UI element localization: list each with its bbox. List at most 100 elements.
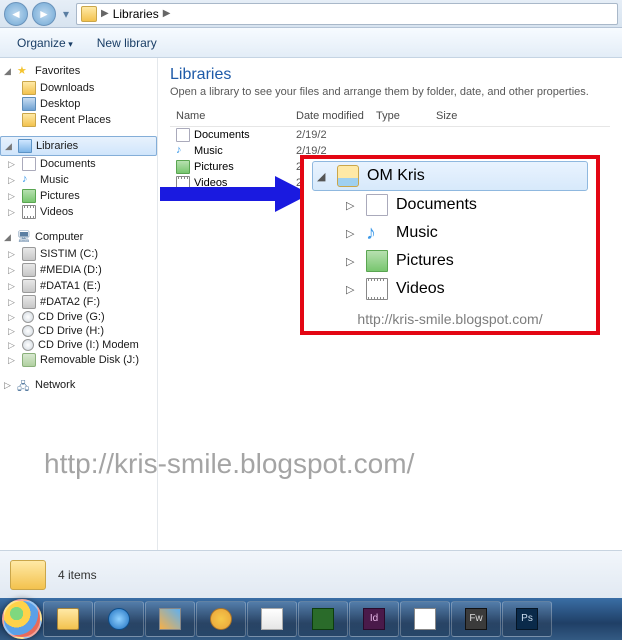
callout-root[interactable]: ◢ OM Kris bbox=[312, 161, 588, 191]
expand-icon: ▷ bbox=[4, 380, 13, 391]
chrome-icon bbox=[210, 608, 232, 630]
forward-button[interactable]: ► bbox=[32, 2, 56, 26]
music-icon: ♪ bbox=[176, 144, 190, 158]
libraries-icon bbox=[18, 139, 32, 153]
collapse-icon: ◢ bbox=[5, 141, 14, 152]
nav-drive-f[interactable]: ▷#DATA2 (F:) bbox=[0, 294, 157, 310]
expand-icon: ▷ bbox=[346, 283, 358, 296]
documents-icon bbox=[366, 194, 388, 216]
callout-url: http://kris-smile.blogspot.com/ bbox=[304, 311, 596, 327]
documents-icon bbox=[176, 128, 190, 142]
libraries-icon bbox=[81, 6, 97, 22]
task-id[interactable]: Id bbox=[349, 601, 399, 637]
organize-button[interactable]: Organize bbox=[8, 32, 82, 54]
expand-icon: ▷ bbox=[8, 265, 17, 276]
watermark: http://kris-smile.blogspot.com/ bbox=[44, 448, 612, 480]
collapse-icon: ◢ bbox=[4, 66, 13, 77]
nav-drive-d[interactable]: ▷#MEDIA (D:) bbox=[0, 262, 157, 278]
col-name[interactable]: Name bbox=[170, 108, 290, 124]
callout-item[interactable]: ▷Videos bbox=[342, 275, 588, 303]
nav-downloads[interactable]: Downloads bbox=[0, 80, 157, 96]
expand-icon: ▷ bbox=[8, 207, 17, 218]
task-ie[interactable] bbox=[94, 601, 144, 637]
expand-icon: ▷ bbox=[8, 355, 17, 366]
group-label: Network bbox=[35, 379, 75, 391]
photoshop-icon: Ps bbox=[516, 608, 538, 630]
desktop-icon bbox=[22, 97, 36, 111]
task-dw[interactable] bbox=[298, 601, 348, 637]
nav-recent[interactable]: Recent Places bbox=[0, 112, 157, 128]
cd-icon bbox=[22, 311, 34, 323]
nav-drive-h[interactable]: ▷CD Drive (H:) bbox=[0, 324, 157, 338]
nav-music[interactable]: ▷♪Music bbox=[0, 172, 157, 188]
task-wmp[interactable] bbox=[145, 601, 195, 637]
nav-drive-e[interactable]: ▷#DATA1 (E:) bbox=[0, 278, 157, 294]
ie-icon bbox=[108, 608, 130, 630]
page-title: Libraries bbox=[170, 66, 610, 84]
libraries-group[interactable]: ◢ Libraries bbox=[0, 136, 157, 156]
task-chrome[interactable] bbox=[196, 601, 246, 637]
col-size[interactable]: Size bbox=[430, 108, 480, 124]
list-item[interactable]: Documents 2/19/2 bbox=[170, 127, 610, 143]
task-notepad[interactable] bbox=[400, 601, 450, 637]
nav-videos[interactable]: ▷Videos bbox=[0, 204, 157, 220]
folder-icon bbox=[22, 81, 36, 95]
drive-icon bbox=[22, 279, 36, 293]
callout-item[interactable]: ▷Pictures bbox=[342, 247, 588, 275]
status-bar: 4 items bbox=[0, 550, 622, 598]
back-button[interactable]: ◄ bbox=[4, 2, 28, 26]
cd-icon bbox=[22, 339, 34, 351]
explorer-icon bbox=[57, 608, 79, 630]
calc-icon bbox=[261, 608, 283, 630]
fireworks-icon: Fw bbox=[465, 608, 487, 630]
expand-icon: ▷ bbox=[346, 227, 358, 240]
expand-icon: ▷ bbox=[8, 340, 17, 351]
col-type[interactable]: Type bbox=[370, 108, 430, 124]
library-folder-icon bbox=[337, 165, 359, 187]
callout-root-label: OM Kris bbox=[367, 167, 425, 185]
network-group[interactable]: ▷ 🖧 Network bbox=[0, 376, 157, 394]
nav-documents[interactable]: ▷Documents bbox=[0, 156, 157, 172]
favorites-group[interactable]: ◢ ★ Favorites bbox=[0, 62, 157, 80]
task-calc[interactable] bbox=[247, 601, 297, 637]
collapse-icon: ◢ bbox=[317, 170, 329, 183]
new-library-button[interactable]: New library bbox=[88, 32, 166, 54]
drive-icon bbox=[22, 247, 36, 261]
col-date[interactable]: Date modified bbox=[290, 108, 370, 124]
taskbar: Id Fw Ps bbox=[0, 598, 622, 640]
task-ps[interactable]: Ps bbox=[502, 601, 552, 637]
nav-drive-g[interactable]: ▷CD Drive (G:) bbox=[0, 310, 157, 324]
pictures-icon bbox=[366, 250, 388, 272]
status-text: 4 items bbox=[58, 568, 97, 582]
collapse-icon: ◢ bbox=[4, 232, 13, 243]
task-explorer[interactable] bbox=[43, 601, 93, 637]
documents-icon bbox=[22, 157, 36, 171]
indesign-icon: Id bbox=[363, 608, 385, 630]
recent-icon bbox=[22, 113, 36, 127]
music-icon: ♪ bbox=[22, 173, 36, 187]
computer-group[interactable]: ◢ 🖥 Computer bbox=[0, 228, 157, 246]
task-fw[interactable]: Fw bbox=[451, 601, 501, 637]
expand-icon: ▷ bbox=[8, 297, 17, 308]
expand-icon: ▷ bbox=[8, 191, 17, 202]
videos-icon bbox=[176, 176, 190, 190]
breadcrumb-item[interactable]: Libraries bbox=[113, 7, 159, 21]
callout-item[interactable]: ▷Documents bbox=[342, 191, 588, 219]
history-dropdown[interactable]: ▾ bbox=[60, 7, 72, 21]
expand-icon: ▷ bbox=[8, 326, 17, 337]
callout-item[interactable]: ▷♪Music bbox=[342, 219, 588, 247]
nav-drive-i[interactable]: ▷CD Drive (I:) Modem bbox=[0, 338, 157, 352]
nav-desktop[interactable]: Desktop bbox=[0, 96, 157, 112]
breadcrumb[interactable]: ▶ Libraries ▶ bbox=[76, 3, 618, 25]
column-headers[interactable]: Name Date modified Type Size bbox=[170, 108, 610, 127]
nav-pictures[interactable]: ▷Pictures bbox=[0, 188, 157, 204]
nav-drive-c[interactable]: ▷SISTIM (C:) bbox=[0, 246, 157, 262]
notepad-icon bbox=[414, 608, 436, 630]
nav-drive-j[interactable]: ▷Removable Disk (J:) bbox=[0, 352, 157, 368]
group-label: Libraries bbox=[36, 140, 78, 152]
start-button[interactable] bbox=[2, 599, 42, 639]
callout-box: ◢ OM Kris ▷Documents ▷♪Music ▷Pictures ▷… bbox=[300, 155, 600, 335]
videos-icon bbox=[22, 205, 36, 219]
chevron-right-icon: ▶ bbox=[101, 8, 109, 19]
group-label: Computer bbox=[35, 231, 83, 243]
